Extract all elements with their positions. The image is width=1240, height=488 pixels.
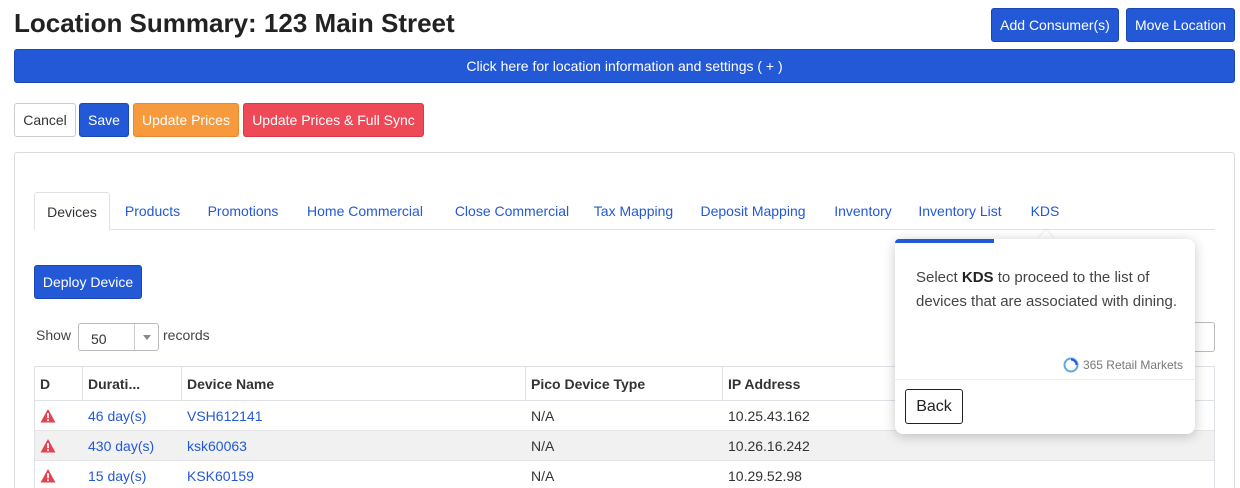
tour-progress-fill [895,239,994,243]
records-label: records [163,327,210,343]
ip-address: 10.29.52.98 [728,468,802,484]
tour-progress-bar [895,239,1195,243]
column-header-status[interactable]: D [35,367,83,400]
tab-inventory[interactable]: Inventory [829,192,897,230]
warning-triangle-icon [40,439,56,453]
location-info-banner[interactable]: Click here for location information and … [14,49,1235,83]
brand-name: 365 Retail Markets [1082,358,1183,372]
device-name-link[interactable]: KSK60159 [182,461,526,488]
page-title: Location Summary: 123 Main Street [14,8,455,38]
deploy-device-button[interactable]: Deploy Device [34,265,142,299]
table-row: 15 day(s) KSK60159 N/A 10.29.52.98 [35,461,1214,488]
tour-text-before: Select [916,269,962,286]
location-tabs: Devices Products Promotions Home Commerc… [34,192,1215,231]
warning-triangle-icon [40,409,56,423]
cancel-button[interactable]: Cancel [14,103,76,137]
warning-triangle-icon [40,469,56,483]
update-prices-button[interactable]: Update Prices [133,103,239,137]
move-location-button[interactable]: Move Location [1126,8,1235,42]
tab-close-commercial[interactable]: Close Commercial [442,192,582,230]
status-cell [35,461,83,488]
tour-divider [895,379,1195,380]
records-per-page-value: 50 [91,331,107,347]
column-header-pico-device-type[interactable]: Pico Device Type [526,367,723,400]
tour-back-button[interactable]: Back [905,389,963,424]
column-header-duration[interactable]: Durati... [83,367,182,400]
pico-device-type: N/A [531,408,555,424]
column-header-ip-address[interactable]: IP Address [723,367,895,400]
tab-home-commercial[interactable]: Home Commercial [298,192,432,230]
tab-promotions[interactable]: Promotions [198,192,288,230]
save-button[interactable]: Save [79,103,129,137]
show-label: Show [36,327,72,343]
add-consumers-button[interactable]: Add Consumer(s) [991,8,1119,42]
tab-products[interactable]: Products [114,192,191,230]
tab-kds[interactable]: KDS [1025,192,1065,230]
chevron-down-icon [134,324,158,350]
tour-message: Select KDS to proceed to the list of dev… [916,266,1181,314]
device-name-link[interactable]: VSH612141 [182,401,526,431]
tab-tax-mapping[interactable]: Tax Mapping [587,192,680,230]
column-header-device-name[interactable]: Device Name [182,367,526,400]
pico-device-type: N/A [531,438,555,454]
pico-device-type: N/A [531,468,555,484]
tab-devices[interactable]: Devices [34,192,110,231]
ip-address: 10.26.16.242 [728,438,810,454]
device-name-link[interactable]: ksk60063 [182,431,526,461]
status-cell [35,431,83,461]
duration-link[interactable]: 430 day(s) [83,431,182,461]
tour-text-bold: KDS [961,269,994,286]
ip-address: 10.25.43.162 [728,408,810,424]
table-row: 430 day(s) ksk60063 N/A 10.26.16.242 [35,431,1214,461]
brand-attribution: 365 Retail Markets [1063,357,1183,373]
duration-link[interactable]: 46 day(s) [83,401,182,431]
tour-popover: Select KDS to proceed to the list of dev… [895,239,1195,434]
records-per-page-select[interactable]: 50 [78,323,159,351]
status-cell [35,401,83,431]
tab-inventory-list[interactable]: Inventory List [915,192,1005,230]
duration-link[interactable]: 15 day(s) [83,461,182,488]
tab-deposit-mapping[interactable]: Deposit Mapping [694,192,812,230]
365-logo-icon [1063,357,1079,373]
update-prices-full-sync-button[interactable]: Update Prices & Full Sync [243,103,424,137]
